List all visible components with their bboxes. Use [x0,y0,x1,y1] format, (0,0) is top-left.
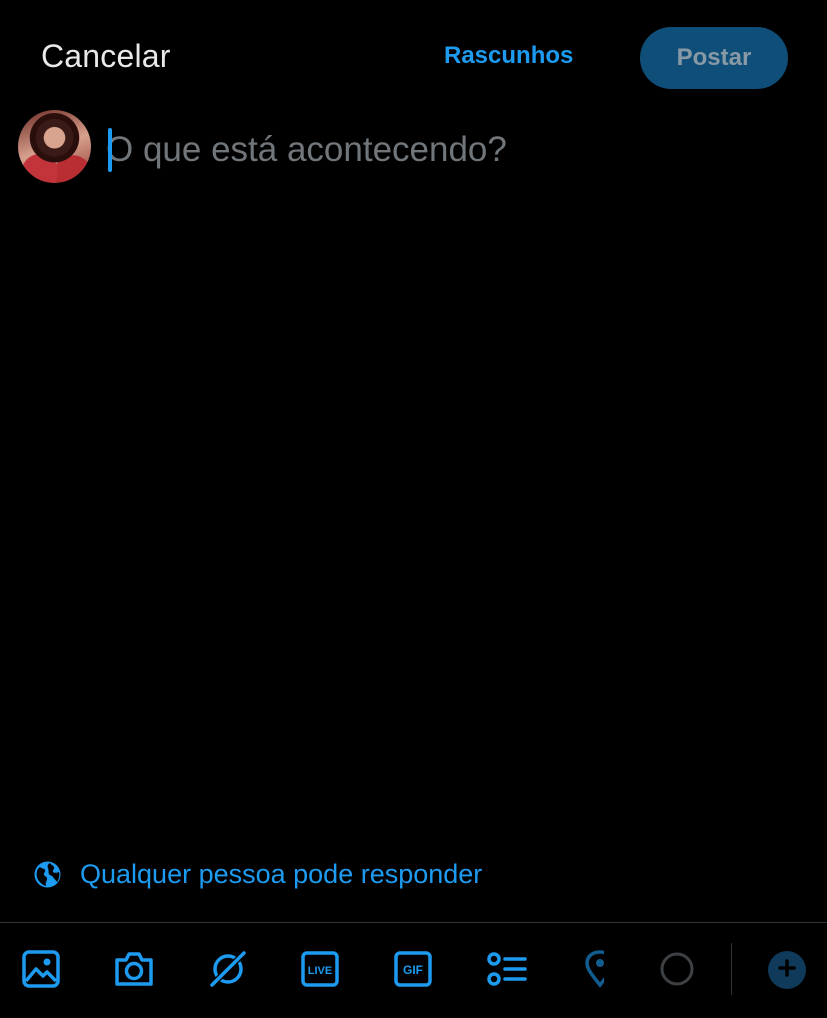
compose-area[interactable] [106,122,806,178]
gif-button[interactable]: GIF [391,947,435,991]
compose-input[interactable] [106,122,796,178]
cancel-button[interactable]: Cancelar [41,38,171,75]
gif-icon: GIF [393,949,433,989]
live-icon-text: LIVE [308,965,332,977]
compose-toolbar: LIVE GIF [0,923,827,1018]
grok-button[interactable] [206,947,250,991]
add-post-icon [777,958,797,983]
reply-setting-button[interactable]: Qualquer pessoa pode responder [34,856,482,892]
avatar[interactable] [18,110,91,183]
live-icon: LIVE [300,949,340,989]
reply-setting-label: Qualquer pessoa pode responder [80,858,483,889]
location-button[interactable] [578,947,622,991]
post-button[interactable]: Postar [640,27,788,89]
grok-icon [207,948,249,990]
compose-header: Cancelar Rascunhos Postar [0,0,827,110]
live-button[interactable]: LIVE [298,947,342,991]
location-icon [580,949,620,989]
text-cursor [108,128,112,172]
add-post-button[interactable] [768,951,806,989]
image-icon [21,949,61,989]
gif-icon-text: GIF [403,963,423,977]
camera-icon [113,949,155,989]
character-count-circle [655,947,699,991]
poll-button[interactable] [484,947,528,991]
drafts-button[interactable]: Rascunhos [444,42,573,70]
toolbar-separator [731,943,732,995]
globe-icon [34,861,61,888]
camera-button[interactable] [112,947,156,991]
image-button[interactable] [19,947,63,991]
poll-icon [485,949,527,989]
